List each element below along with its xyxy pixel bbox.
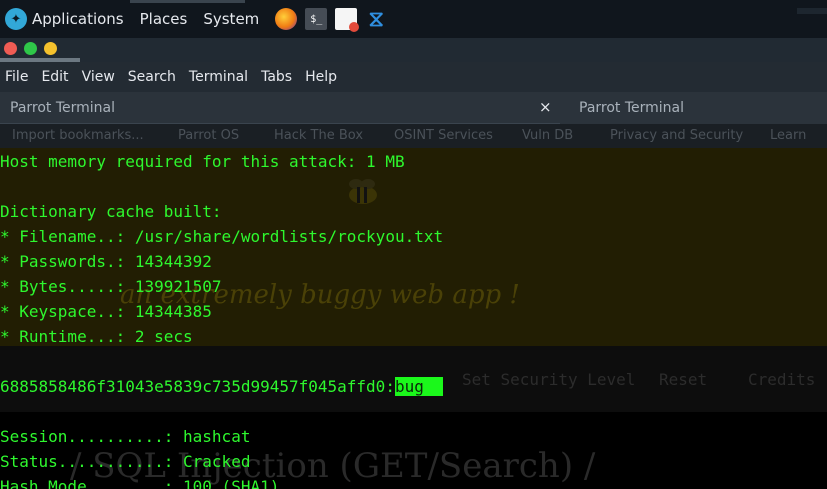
terminal-line: Dictionary cache built: [0,202,222,221]
system-menu[interactable]: System [203,10,259,28]
maximize-window-button[interactable] [24,42,37,55]
vscode-icon[interactable]: ⧖ [365,7,387,32]
window-titlebar[interactable] [0,38,827,62]
terminal-output[interactable]: an extremely buggy web app ! Set Securit… [0,148,827,489]
bee-logo-icon [349,179,377,204]
tab-parrot-terminal-2[interactable]: Parrot Terminal [579,100,684,116]
parrot-logo-icon[interactable]: ✦ [5,8,27,30]
menu-file[interactable]: File [5,69,28,85]
terminal-line: * Runtime...: 2 secs [0,327,193,346]
bookmark-vuln-db: Vuln DB [522,128,574,143]
status-line: Hash.Mode........: 100 (SHA1) [0,477,280,489]
selection-padding [423,377,444,396]
menu-view[interactable]: View [82,69,115,85]
background-nav-reset: Reset [659,370,708,389]
cracked-password-highlight[interactable]: bug [394,377,424,396]
bookmark-hack-the-box: Hack The Box [274,128,364,143]
minimize-window-button[interactable] [44,42,57,55]
bookmark-parrot-os: Parrot OS [178,128,240,143]
status-line: Status...........: Cracked [0,452,251,471]
terminal-icon[interactable]: $_ [305,8,328,30]
status-line: Session..........: hashcat [0,427,251,446]
terminal-line: Host memory required for this attack: 1 … [0,152,405,171]
menu-edit[interactable]: Edit [41,69,68,85]
terminal-line: * Filename..: /usr/share/wordlists/rocky… [0,227,444,246]
menu-help[interactable]: Help [305,69,337,85]
firefox-icon[interactable] [275,8,298,30]
bookmark-import: Import bookmarks... [12,128,144,143]
menu-tabs[interactable]: Tabs [261,69,292,85]
menu-terminal[interactable]: Terminal [189,69,248,85]
bookmarks-bar: Import bookmarks... Parrot OS Hack The B… [0,124,827,148]
applications-menu[interactable]: Applications [32,10,124,28]
tab-parrot-terminal-1[interactable]: Parrot Terminal [10,100,115,116]
taskbar-indicator [130,0,245,3]
terminal-line: * Bytes.....: 139921507 [0,277,222,296]
cracked-hash-line: 6885858486f31043e5839c735d99457f045affd0… [0,377,444,396]
hash-value: 6885858486f31043e5839c735d99457f045affd0… [0,377,395,396]
bookmark-osint: OSINT Services [394,128,493,143]
terminal-icon-glyph: $_ [310,13,323,25]
menu-search[interactable]: Search [128,69,176,85]
background-nav-security: Set Security Level [462,370,636,389]
close-tab-icon[interactable]: × [539,98,552,116]
top-panel: ✦ Applications Places System $_ ⧖ [0,0,827,38]
tab-bar: Parrot Terminal × Parrot Terminal [0,92,827,124]
bookmark-learn: Learn [770,128,807,143]
background-nav-credits: Credits [748,370,816,389]
terminal-line: * Passwords.: 14344392 [0,252,212,271]
panel-right-indicator [797,8,827,14]
places-menu[interactable]: Places [140,10,188,28]
terminal-menubar: File Edit View Search Terminal Tabs Help [0,62,827,92]
text-editor-icon[interactable] [335,8,360,32]
close-window-button[interactable] [4,42,17,55]
terminal-line: * Keyspace..: 14344385 [0,302,212,321]
bookmark-privacy: Privacy and Security [610,128,744,143]
